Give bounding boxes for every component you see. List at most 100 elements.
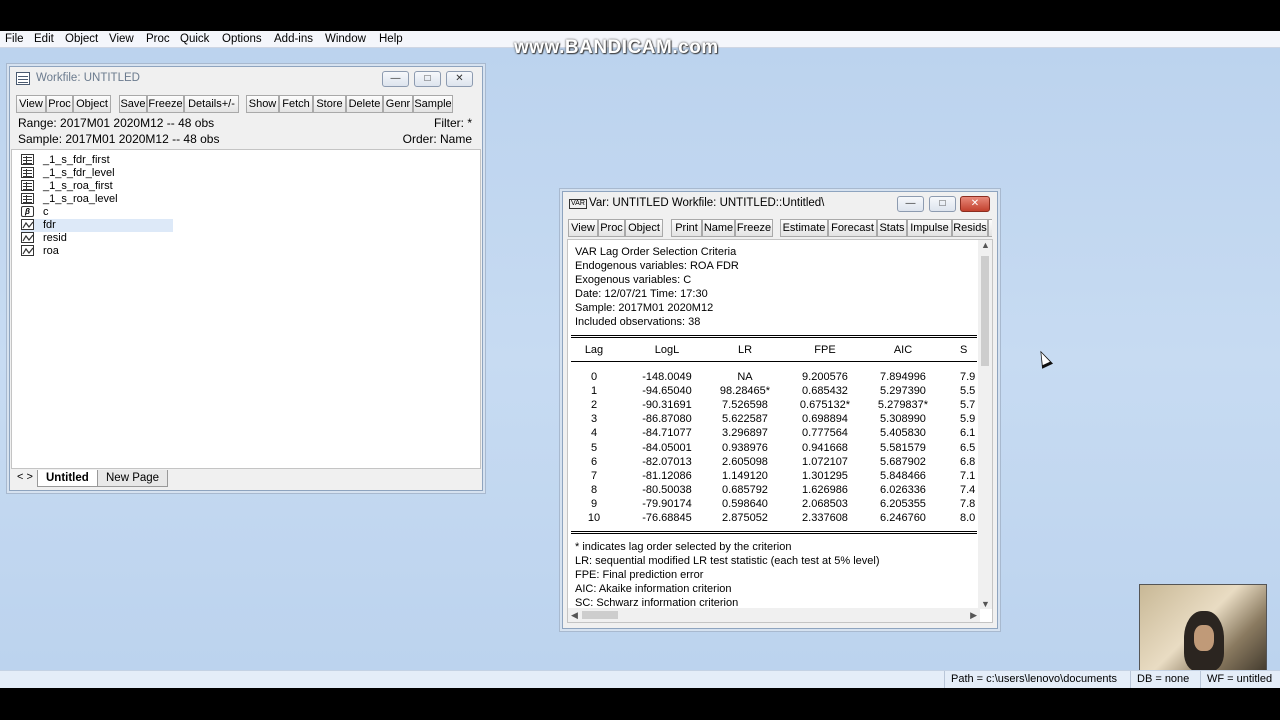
save-button[interactable]: Save xyxy=(119,95,147,113)
col-header-sc: S xyxy=(960,344,968,356)
forecast-button[interactable]: Forecast xyxy=(828,219,877,237)
table-cell: 5.848466 xyxy=(880,469,926,482)
minimize-button[interactable]: — xyxy=(897,196,924,212)
table-cell: 6.246760 xyxy=(880,512,926,524)
table-bottom-rule xyxy=(571,531,977,534)
menu-help[interactable]: Help xyxy=(379,31,403,47)
scroll-down-icon[interactable]: ▼ xyxy=(981,599,990,609)
object-button[interactable]: Object xyxy=(625,219,663,237)
print-button[interactable]: Print xyxy=(671,219,702,237)
output-exogenous: Exogenous variables: C xyxy=(575,274,692,286)
scroll-up-icon[interactable]: ▲ xyxy=(981,240,990,250)
menu-quick[interactable]: Quick xyxy=(180,31,209,47)
table-cell: -90.31691 xyxy=(642,399,692,412)
fetch-button[interactable]: Fetch xyxy=(279,95,313,113)
output-date: Date: 12/07/21 Time: 17:30 xyxy=(575,288,708,300)
object-button[interactable]: Object xyxy=(73,95,111,113)
table-cell: 2 xyxy=(590,399,598,412)
table-cell: 2.337608 xyxy=(802,512,848,524)
vertical-scrollbar[interactable]: ▲ ▼ xyxy=(978,240,992,609)
menu-proc[interactable]: Proc xyxy=(146,31,170,47)
table-cell: 1 xyxy=(590,385,598,398)
show-button[interactable]: Show xyxy=(246,95,279,113)
output-title: VAR Lag Order Selection Criteria xyxy=(575,246,737,258)
table-cell: 9 xyxy=(590,497,598,510)
table-icon xyxy=(21,193,34,204)
tab-nav-arrows[interactable]: < > xyxy=(17,471,33,483)
table-cell: -82.07013 xyxy=(642,455,692,468)
status-wf: WF = untitled xyxy=(1200,671,1280,688)
menu-edit[interactable]: Edit xyxy=(34,31,54,47)
workfile-filter[interactable]: Filter: * xyxy=(434,116,472,130)
table-cell: 0.685792 xyxy=(722,483,768,496)
table-cell: 0.598640 xyxy=(722,497,768,510)
table-cell: 0.941668 xyxy=(802,441,848,454)
screen-top-bar xyxy=(0,0,1280,31)
freeze-button[interactable]: Freeze xyxy=(147,95,184,113)
table-cell: 3.296897 xyxy=(722,427,768,440)
table-cell: 5.687902 xyxy=(880,455,926,468)
workfile-range[interactable]: Range: 2017M01 2020M12 -- 48 obs xyxy=(18,116,214,130)
menu-object[interactable]: Object xyxy=(65,31,98,47)
resids-button[interactable]: Resids xyxy=(952,219,988,237)
table-cell: 3 xyxy=(590,413,598,426)
freeze-button[interactable]: Freeze xyxy=(735,219,773,237)
estimate-button[interactable]: Estimate xyxy=(780,219,828,237)
table-cell: 1.149120 xyxy=(722,469,768,482)
close-button[interactable]: ✕ xyxy=(960,196,990,212)
screen-bottom-bar xyxy=(0,688,1280,720)
table-cell: 0.675132* xyxy=(799,399,851,412)
var-titlebar[interactable]: VAR Var: UNTITLED Workfile: UNTITLED::Un… xyxy=(563,192,997,216)
table-icon xyxy=(21,167,34,178)
table-cell: -80.50038 xyxy=(642,483,692,496)
maximize-button[interactable]: □ xyxy=(929,196,956,212)
vertical-scroll-thumb[interactable] xyxy=(981,256,989,366)
maximize-button[interactable]: □ xyxy=(414,71,441,87)
table-cell: -76.68845 xyxy=(642,512,692,524)
table-cell: 4 xyxy=(590,427,598,440)
horizontal-scrollbar[interactable]: ◀ ▶ xyxy=(568,608,980,622)
table-cell: 5.581579 xyxy=(880,441,926,454)
menu-options[interactable]: Options xyxy=(222,31,262,47)
impulse-button[interactable]: Impulse xyxy=(907,219,952,237)
table-cell: 1.072107 xyxy=(802,455,848,468)
details-button[interactable]: Details+/- xyxy=(184,95,239,113)
sample-button[interactable]: Sample xyxy=(413,95,453,113)
genr-button[interactable]: Genr xyxy=(383,95,413,113)
menu-view[interactable]: View xyxy=(109,31,134,47)
table-cell: 2.605098 xyxy=(722,455,768,468)
footnote-1: * indicates lag order selected by the cr… xyxy=(575,541,792,553)
workfile-sample[interactable]: Sample: 2017M01 2020M12 -- 48 obs xyxy=(18,132,219,146)
series-icon xyxy=(21,219,34,230)
workfile-order[interactable]: Order: Name xyxy=(403,132,472,146)
table-cell: 6.5 xyxy=(960,441,976,454)
scroll-right-icon[interactable]: ▶ xyxy=(970,610,977,621)
output-sample: Sample: 2017M01 2020M12 xyxy=(575,302,714,314)
proc-button[interactable]: Proc xyxy=(46,95,73,113)
scroll-left-icon[interactable]: ◀ xyxy=(571,610,578,621)
table-cell: 5.7 xyxy=(960,399,976,412)
menu-file[interactable]: File xyxy=(5,31,24,47)
close-button[interactable]: ✕ xyxy=(446,71,473,87)
col-header-lag: Lag xyxy=(584,344,604,356)
delete-button[interactable]: Delete xyxy=(346,95,383,113)
name-button[interactable]: Name xyxy=(702,219,735,237)
menu-add-ins[interactable]: Add-ins xyxy=(274,31,313,47)
output-observations: Included observations: 38 xyxy=(575,316,701,328)
tab-new-page[interactable]: New Page xyxy=(97,470,169,487)
menu-window[interactable]: Window xyxy=(325,31,366,47)
object-item[interactable]: fdr xyxy=(21,219,173,232)
proc-button[interactable]: Proc xyxy=(598,219,625,237)
table-cell: 6.026336 xyxy=(880,483,926,496)
table-cell: 5.405830 xyxy=(880,427,926,440)
stats-button[interactable]: Stats xyxy=(877,219,907,237)
view-button[interactable]: View xyxy=(16,95,46,113)
view-button[interactable]: View xyxy=(568,219,598,237)
workfile-titlebar[interactable]: Workfile: UNTITLED — □ ✕ xyxy=(10,67,482,91)
minimize-button[interactable]: — xyxy=(382,71,409,87)
table-cell: 0 xyxy=(590,371,598,383)
z-button[interactable]: Z xyxy=(988,219,992,237)
horizontal-scroll-thumb[interactable] xyxy=(582,611,618,619)
tab-untitled[interactable]: Untitled xyxy=(37,470,98,487)
store-button[interactable]: Store xyxy=(313,95,346,113)
